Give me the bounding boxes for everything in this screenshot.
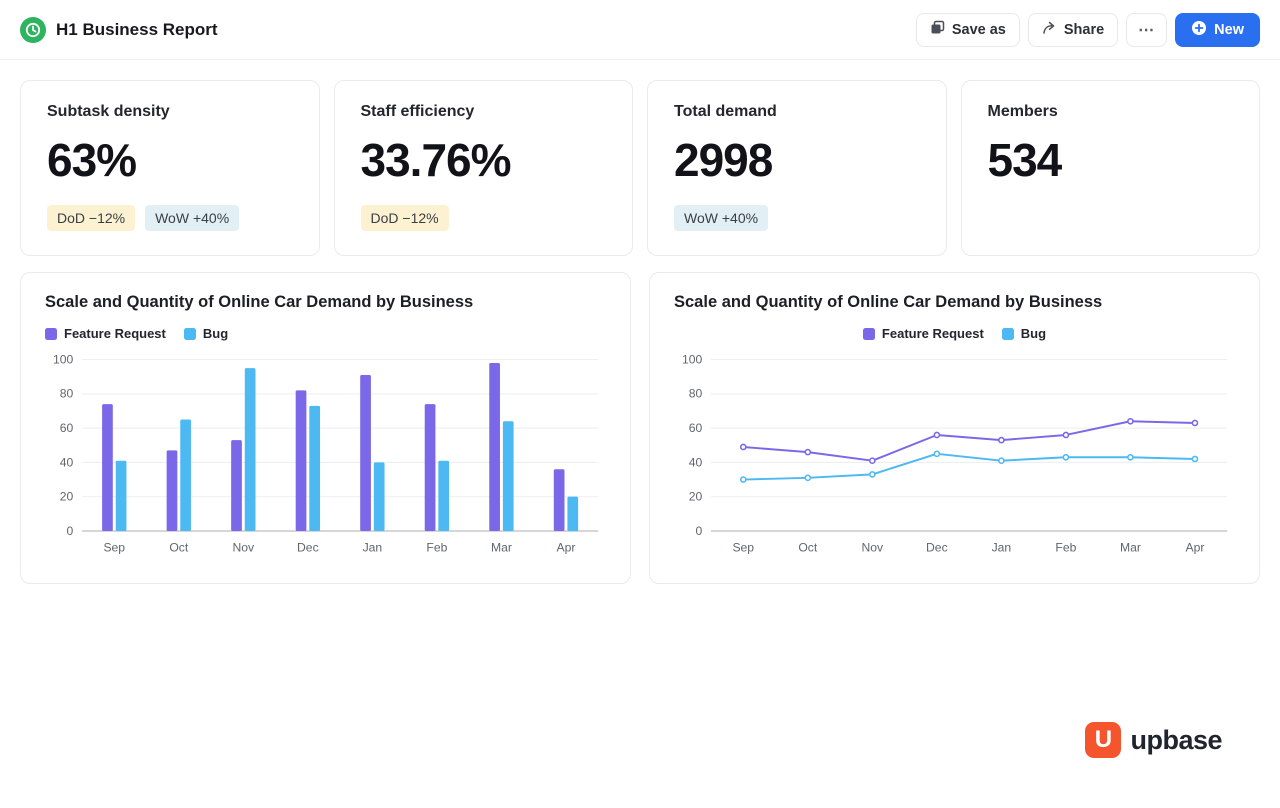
legend-swatch-purple [862, 327, 875, 340]
legend-swatch-purple [45, 327, 57, 340]
page-title: H1 Business Report [56, 19, 218, 39]
top-header: H1 Business Report Save as Share ⋯ New [0, 0, 1280, 60]
new-button[interactable]: New [1175, 12, 1260, 47]
kpi-title: Total demand [674, 103, 777, 120]
svg-text:Mar: Mar [491, 540, 512, 554]
chart-title: Scale and Quantity of Online Car Demand … [45, 293, 474, 311]
legend-label: Feature Request [881, 326, 984, 341]
svg-text:0: 0 [66, 524, 73, 538]
svg-text:80: 80 [689, 387, 703, 401]
svg-text:60: 60 [689, 421, 703, 435]
svg-text:Feb: Feb [1055, 540, 1076, 554]
line-chart: 0 20 40 60 80 100 Sep Oct Nov Dec Jan Feb Mar Apr [674, 347, 1235, 563]
svg-text:Mar: Mar [1120, 540, 1141, 554]
kpi-value: 534 [987, 134, 1063, 186]
kpi-card-members: Members 534 [960, 80, 1260, 256]
legend-label: Bug [202, 326, 229, 341]
kpi-title: Members [987, 103, 1058, 120]
save-as-label: Save as [951, 21, 1006, 38]
header-actions: Save as Share ⋯ New [915, 12, 1260, 47]
bar-chart-legend: Feature Request Bug [45, 326, 606, 341]
kpi-value: 2998 [674, 134, 773, 186]
upbase-logo: U upbase [1085, 722, 1222, 758]
legend-swatch-blue [183, 327, 196, 340]
kpi-card-staff-efficiency: Staff efficiency 33.76% DoD −12% [333, 80, 633, 256]
upbase-logo-text: upbase [1130, 724, 1222, 755]
svg-text:60: 60 [60, 421, 74, 435]
chart-title: Scale and Quantity of Online Car Demand … [674, 293, 1103, 311]
svg-text:100: 100 [682, 352, 703, 366]
chart-row: Scale and Quantity of Online Car Demand … [0, 256, 1280, 584]
upbase-logo-icon: U [1085, 722, 1122, 758]
new-label: New [1214, 21, 1244, 38]
svg-text:Sep: Sep [732, 540, 754, 554]
svg-text:Jan: Jan [992, 540, 1012, 554]
kpi-title: Subtask density [47, 103, 170, 120]
svg-text:20: 20 [689, 490, 703, 504]
kpi-value: 33.76% [360, 134, 512, 186]
line-chart-legend: Feature Request Bug [674, 326, 1235, 341]
svg-text:Dec: Dec [297, 540, 319, 554]
plus-circle-icon [1191, 20, 1207, 40]
kpi-title: Staff efficiency [360, 103, 475, 120]
svg-text:Sep: Sep [103, 540, 125, 554]
ellipsis-icon: ⋯ [1138, 21, 1156, 39]
save-as-button[interactable]: Save as [915, 12, 1020, 47]
svg-text:100: 100 [53, 352, 74, 366]
bar-chart-card: Scale and Quantity of Online Car Demand … [20, 272, 631, 584]
report-clock-icon [20, 16, 46, 43]
bar-chart: 0 20 40 60 80 100 Sep Oct Nov Dec Jan Feb Mar Apr [45, 347, 606, 563]
kpi-badges: DoD −12% WoW +40% [47, 205, 293, 231]
more-options-button[interactable]: ⋯ [1126, 12, 1168, 47]
svg-text:Oct: Oct [798, 540, 818, 554]
svg-text:Apr: Apr [1185, 540, 1204, 554]
kpi-card-subtask-density: Subtask density 63% DoD −12% WoW +40% [20, 80, 320, 256]
kpi-card-total-demand: Total demand 2998 WoW +40% [647, 80, 947, 256]
svg-text:20: 20 [60, 490, 74, 504]
legend-label: Bug [1020, 326, 1047, 341]
svg-text:80: 80 [60, 387, 74, 401]
kpi-badges: WoW +40% [674, 205, 920, 231]
wow-badge: WoW +40% [145, 205, 240, 231]
share-button[interactable]: Share [1027, 12, 1119, 47]
svg-text:Feb: Feb [426, 540, 447, 554]
legend-item-feature-request: Feature Request [45, 326, 166, 341]
svg-text:40: 40 [60, 455, 74, 469]
svg-text:Apr: Apr [556, 540, 575, 554]
header-left: H1 Business Report [20, 16, 916, 43]
svg-text:Nov: Nov [233, 540, 256, 554]
share-icon [1042, 20, 1057, 39]
line-chart-card: Scale and Quantity of Online Car Demand … [649, 272, 1260, 584]
svg-text:Dec: Dec [926, 540, 948, 554]
dod-badge: DoD −12% [47, 205, 136, 231]
dod-badge: DoD −12% [360, 205, 449, 231]
wow-badge: WoW +40% [674, 205, 769, 231]
save-as-icon [930, 20, 945, 39]
kpi-badges: DoD −12% [360, 205, 607, 231]
svg-text:0: 0 [695, 524, 702, 538]
kpi-value: 63% [47, 134, 137, 186]
svg-text:Jan: Jan [363, 540, 383, 554]
legend-label: Feature Request [64, 326, 166, 341]
svg-text:Nov: Nov [862, 540, 885, 554]
legend-item-feature-request: Feature Request [862, 326, 984, 341]
legend-item-bug: Bug [1001, 326, 1047, 341]
legend-swatch-blue [1001, 327, 1014, 340]
share-label: Share [1063, 21, 1105, 38]
svg-text:Oct: Oct [169, 540, 189, 554]
svg-text:40: 40 [689, 455, 703, 469]
legend-item-bug: Bug [183, 326, 229, 341]
kpi-row: Subtask density 63% DoD −12% WoW +40% St… [0, 60, 1280, 256]
